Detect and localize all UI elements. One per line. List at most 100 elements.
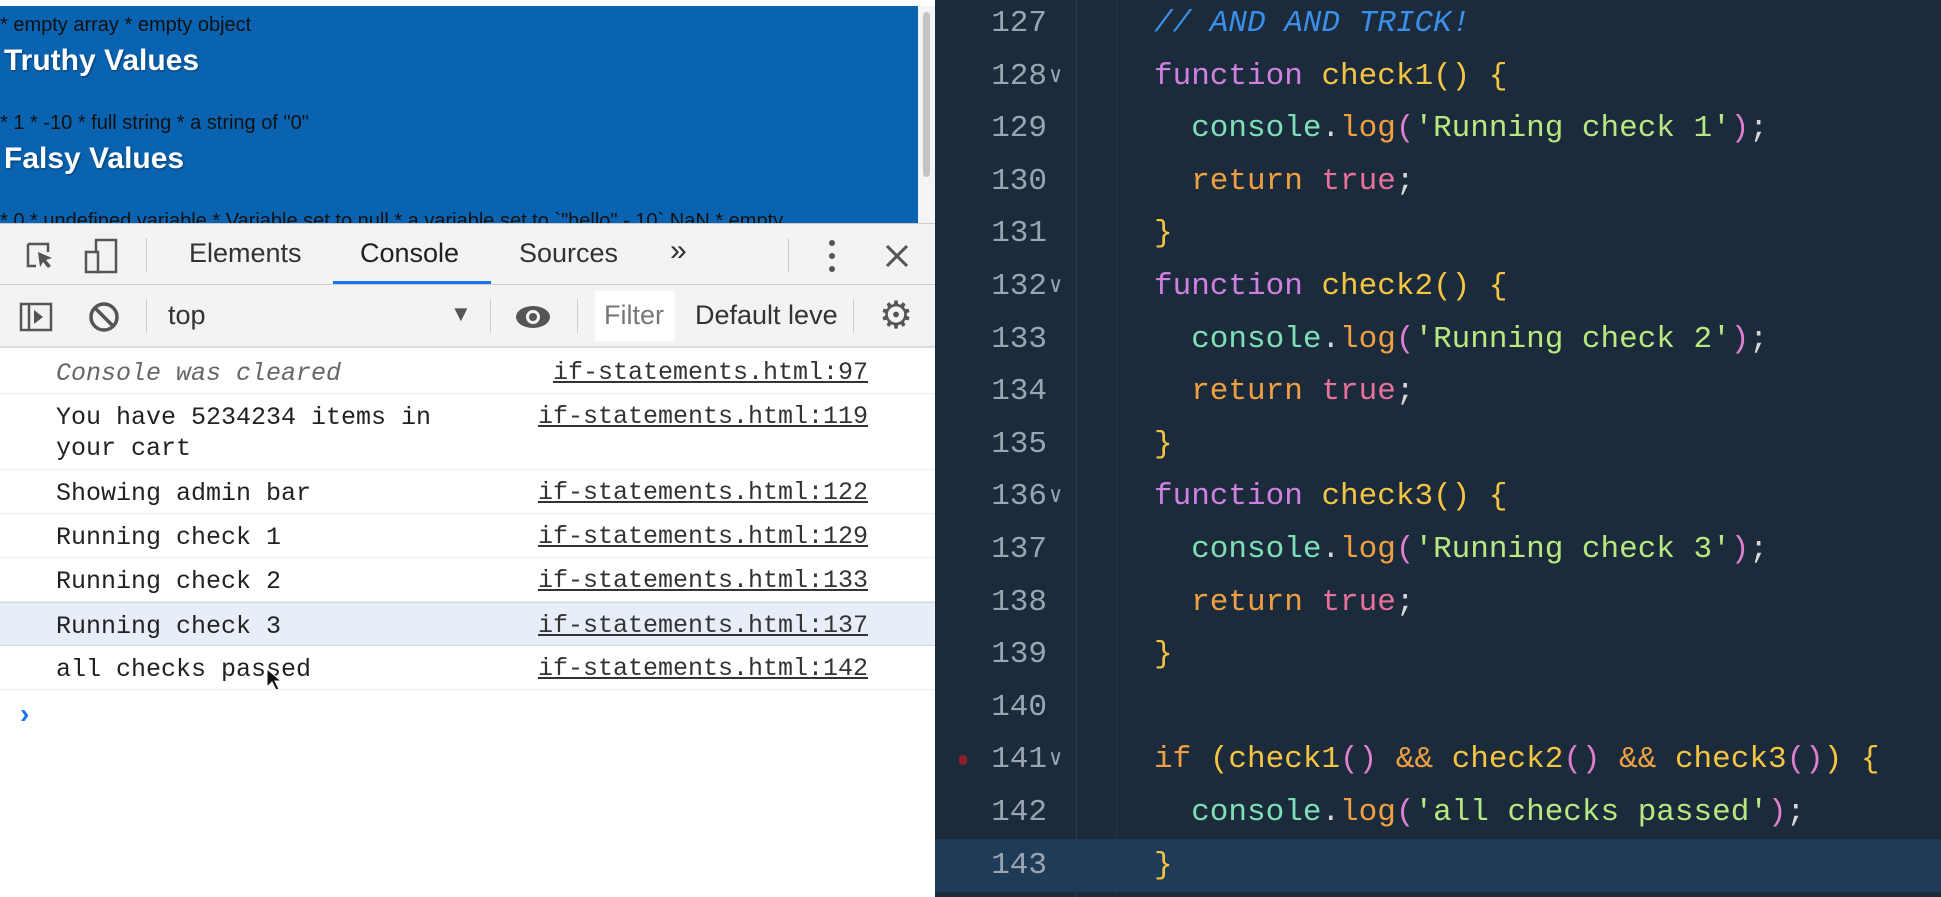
code-text: console.log('all checks passed');	[1154, 786, 1805, 839]
code-token: {	[1488, 269, 1508, 304]
code-token: function	[1154, 479, 1322, 515]
code-token: log	[1340, 321, 1396, 357]
settings-gear-icon[interactable]: ⚙	[879, 293, 913, 338]
line-number: 138	[991, 584, 1047, 620]
console-row: Running check 2 if-statements.html:133	[0, 558, 935, 602]
fold-chevron-icon[interactable]: ∨	[1049, 260, 1062, 313]
tab-sources[interactable]: Sources	[519, 238, 618, 269]
code-text: function check1() {	[1154, 50, 1507, 103]
inspect-element-icon[interactable]	[24, 240, 56, 272]
code-token: }	[1154, 216, 1173, 252]
code-token: ;	[1749, 321, 1768, 357]
code-token: .	[1321, 795, 1341, 830]
code-token: check1	[1321, 58, 1434, 94]
code-token: ;	[1749, 532, 1768, 567]
context-selector[interactable]: top	[168, 300, 206, 331]
code-token: check2	[1451, 742, 1564, 778]
code-line[interactable]: 141 ∨ if (check1() && check2() && check3()…	[935, 733, 1941, 786]
code-line[interactable]: 139}	[935, 628, 1941, 681]
code-token: {	[1861, 742, 1880, 778]
source-link[interactable]: if-statements.html:133	[538, 566, 868, 595]
console-row: Showing admin bar if-statements.html:122	[0, 470, 935, 514]
source-link[interactable]: if-statements.html:119	[538, 402, 868, 431]
code-token: )	[1767, 795, 1787, 830]
code-token: )	[1730, 321, 1750, 357]
source-link[interactable]: if-statements.html:142	[538, 654, 868, 683]
page-scrollbar[interactable]	[918, 6, 935, 223]
dropdown-arrow-icon[interactable]: ▼	[450, 301, 472, 327]
code-line[interactable]: 131}	[935, 207, 1941, 260]
code-line[interactable]: 132 ∨ function check2() {	[935, 260, 1941, 313]
device-toolbar-icon[interactable]	[84, 238, 120, 274]
page-text-falsy-list: * 0 * undefined variable * Variable set …	[0, 210, 784, 223]
code-line[interactable]: 129 console.log('Running check 1');	[935, 102, 1941, 155]
code-token: }	[1154, 847, 1173, 883]
code-line[interactable]: 143}	[935, 838, 1941, 892]
tab-console[interactable]: Console	[360, 238, 459, 269]
code-token: &&	[1377, 742, 1452, 778]
code-token: &&	[1600, 742, 1675, 778]
filter-input[interactable]: Filter	[595, 291, 675, 341]
code-token: )	[1730, 532, 1750, 567]
code-editor[interactable]: 127// AND AND TRICK! 128 ∨ function check1(…	[935, 0, 1941, 897]
code-token: true	[1321, 163, 1396, 199]
heading-falsy-values: Falsy Values	[4, 142, 185, 175]
more-tabs-icon[interactable]: »	[670, 234, 687, 268]
code-token: )	[1730, 111, 1750, 147]
code-line[interactable]: 136 ∨ function check3() {	[935, 470, 1941, 523]
line-number: 142	[991, 795, 1047, 830]
code-token: )	[1823, 742, 1862, 778]
fold-chevron-icon[interactable]: ∨	[1049, 470, 1062, 523]
code-line[interactable]: 140	[935, 681, 1941, 734]
fold-chevron-icon[interactable]: ∨	[1049, 733, 1062, 786]
code-token: function	[1154, 58, 1322, 94]
code-token: log	[1340, 532, 1396, 567]
code-line[interactable]: 127 // AND AND TRICK!	[935, 0, 1941, 50]
active-tab-indicator	[333, 281, 491, 284]
code-token: .	[1321, 321, 1341, 357]
scrollbar-thumb[interactable]	[923, 12, 930, 177]
code-text: if (check1() && check2() && check3()) {	[1154, 733, 1880, 786]
code-line[interactable]: 134 return true;	[935, 365, 1941, 418]
source-link[interactable]: if-statements.html:97	[553, 358, 868, 387]
heading-truthy-values: Truthy Values	[4, 44, 200, 77]
code-token: console	[1154, 532, 1322, 567]
line-number: 143	[991, 847, 1047, 883]
source-link[interactable]: if-statements.html:122	[538, 478, 868, 507]
line-number: 136	[991, 479, 1047, 515]
log-levels-dropdown[interactable]: Default leve	[695, 300, 837, 331]
mouse-cursor-icon	[266, 668, 282, 691]
show-sidebar-icon[interactable]	[19, 300, 53, 334]
code-line[interactable]: 138 return true;	[935, 576, 1941, 629]
code-token: ()	[1433, 269, 1489, 304]
source-link[interactable]: if-statements.html:129	[538, 522, 868, 551]
breakpoint-dot-icon[interactable]	[959, 755, 967, 766]
code-token: ;	[1395, 374, 1415, 410]
line-number: 127	[991, 6, 1047, 41]
source-link[interactable]: if-statements.html:137	[538, 611, 868, 640]
clear-console-icon[interactable]	[88, 301, 120, 333]
line-number: 134	[991, 374, 1047, 410]
tab-elements[interactable]: Elements	[189, 238, 302, 269]
code-line[interactable]: 142 console.log('all checks passed');	[935, 786, 1941, 839]
fold-chevron-icon[interactable]: ∨	[1049, 50, 1062, 103]
live-expression-eye-icon[interactable]	[514, 303, 552, 331]
code-line[interactable]: 128 ∨ function check1() {	[935, 50, 1941, 103]
line-number: 128	[991, 58, 1047, 94]
line-number: 137	[991, 532, 1047, 567]
page-text-truthy-list: * empty array * empty object	[0, 14, 252, 36]
console-prompt[interactable]: ›	[20, 698, 29, 730]
code-line[interactable]: 137 console.log('Running check 3');	[935, 523, 1941, 576]
code-line[interactable]: 130 return true;	[935, 155, 1941, 208]
code-token: return	[1154, 584, 1322, 620]
code-token: ;	[1749, 111, 1768, 147]
code-token: 'all checks passed'	[1414, 795, 1768, 830]
console-output: Console was cleared if-statements.html:97…	[0, 348, 935, 897]
close-devtools-icon[interactable]	[884, 243, 910, 269]
code-token: ()	[1433, 58, 1489, 94]
kebab-menu-icon[interactable]	[826, 238, 838, 274]
code-line[interactable]: 133 console.log('Running check 2');	[935, 313, 1941, 366]
code-token: (	[1395, 532, 1415, 567]
code-token: ;	[1395, 584, 1415, 620]
code-line[interactable]: 135}	[935, 418, 1941, 471]
